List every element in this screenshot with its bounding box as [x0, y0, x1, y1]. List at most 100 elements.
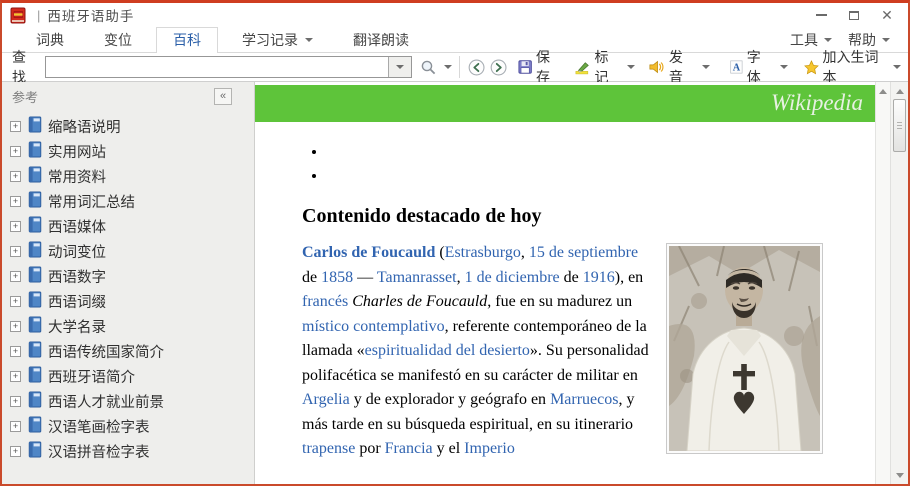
wiki-link[interactable]: 1858 — [321, 269, 353, 286]
expand-icon[interactable]: + — [10, 271, 21, 282]
window-scrollbar[interactable] — [890, 82, 908, 485]
wiki-link[interactable]: Estrasburgo — [445, 244, 521, 261]
sidebar-item-10[interactable]: +西语传统国家简介 — [2, 339, 254, 364]
tab-label: 词典 — [36, 30, 64, 50]
minimize-icon — [816, 14, 827, 16]
text-run: por — [355, 440, 384, 457]
sidebar-item-label: 常用词汇总结 — [48, 191, 135, 212]
tab-bar: 词典变位百科学习记录翻译朗读 工具帮助 — [2, 27, 908, 53]
tab-2[interactable]: 变位 — [88, 27, 148, 52]
wordbook-label: 加入生词本 — [823, 47, 884, 87]
expand-icon[interactable]: + — [10, 146, 21, 157]
scrollbar-thumb[interactable] — [893, 99, 906, 152]
encyclopedia-content: Wikipedia Contenido destacado de hoy — [255, 82, 875, 485]
search-input[interactable] — [46, 57, 387, 77]
expand-icon[interactable]: + — [10, 246, 21, 257]
article-heading: Contenido destacado de hoy — [302, 205, 823, 228]
add-to-wordbook-button[interactable]: 加入生词本 — [801, 55, 904, 79]
expand-icon[interactable]: + — [10, 196, 21, 207]
page-scrollbar[interactable] — [875, 82, 890, 485]
reference-tree: +缩略语说明+实用网站+常用资料+常用词汇总结+西语媒体+动词变位+西语数字+西… — [2, 110, 254, 464]
wiki-link[interactable]: 15 de septiembre — [529, 244, 638, 261]
wiki-link[interactable]: francés — [302, 293, 348, 310]
find-label: 查找 — [12, 47, 37, 87]
tab-label: 翻译朗读 — [353, 30, 409, 50]
search-dropdown-button[interactable] — [388, 57, 411, 77]
sidebar-item-13[interactable]: +汉语笔画检字表 — [2, 414, 254, 439]
expand-icon[interactable]: + — [10, 346, 21, 357]
book-icon — [28, 341, 42, 363]
forward-button[interactable] — [490, 58, 507, 77]
expand-icon[interactable]: + — [10, 171, 21, 182]
sidebar-item-14[interactable]: +汉语拼音检字表 — [2, 439, 254, 464]
sidebar-item-label: 西语数字 — [48, 266, 106, 287]
sidebar-item-8[interactable]: +西语词缀 — [2, 289, 254, 314]
wiki-link[interactable]: Marruecos — [550, 391, 618, 408]
reference-sidebar: 参考 « +缩略语说明+实用网站+常用资料+常用词汇总结+西语媒体+动词变位+西… — [2, 82, 255, 485]
list-item — [327, 168, 823, 192]
wiki-link[interactable]: Imperio — [464, 440, 515, 457]
save-icon — [518, 59, 532, 75]
wiki-link[interactable]: Argelia — [302, 391, 350, 408]
expand-icon[interactable]: + — [10, 296, 21, 307]
sidebar-item-label: 实用网站 — [48, 141, 106, 162]
expand-icon[interactable]: + — [10, 396, 21, 407]
sidebar-item-4[interactable]: + 常用词汇总结 — [2, 189, 254, 214]
pronounce-caret-icon — [702, 65, 710, 69]
mark-button[interactable]: 标记 — [572, 55, 638, 79]
toolbar-separator — [459, 56, 460, 78]
expand-icon[interactable]: + — [10, 371, 21, 382]
wiki-link[interactable]: Francia — [385, 440, 433, 457]
save-button[interactable]: 保存 — [515, 55, 564, 79]
sidebar-collapse-button[interactable]: « — [214, 88, 232, 105]
maximize-icon — [849, 11, 859, 20]
expand-icon[interactable]: + — [10, 121, 21, 132]
text-run: de — [302, 269, 321, 286]
sidebar-item-2[interactable]: + 实用网站 — [2, 139, 254, 164]
sidebar-item-12[interactable]: +西语人才就业前景 — [2, 389, 254, 414]
tab-label: 百科 — [173, 30, 201, 50]
wiki-link[interactable]: trapense — [302, 440, 355, 457]
text-run: ( — [435, 244, 444, 261]
sidebar-item-label: 西班牙语简介 — [48, 366, 135, 387]
expand-icon[interactable]: + — [10, 221, 21, 232]
expand-icon[interactable]: + — [10, 321, 21, 332]
sidebar-item-9[interactable]: + 大学名录 — [2, 314, 254, 339]
tab-4[interactable]: 学习记录 — [226, 27, 329, 52]
close-button[interactable]: ✕ — [872, 5, 902, 25]
maximize-button[interactable] — [839, 5, 869, 25]
wiki-link[interactable]: místico contemplativo — [302, 318, 445, 335]
sidebar-item-3[interactable]: +常用资料 — [2, 164, 254, 189]
wiki-link[interactable]: 1916 — [583, 269, 615, 286]
wiki-link[interactable]: Tamanrasset — [377, 269, 457, 286]
carlos-de-foucauld-photo — [669, 246, 820, 451]
search-options-caret[interactable] — [444, 65, 452, 69]
sidebar-item-label: 大学名录 — [48, 316, 106, 337]
sidebar-item-1[interactable]: +缩略语说明 — [2, 114, 254, 139]
window-title: 西班牙语助手 — [47, 5, 134, 25]
title-separator: | — [37, 8, 40, 23]
tab-3[interactable]: 百科 — [156, 27, 218, 53]
tab-5[interactable]: 翻译朗读 — [337, 27, 425, 52]
sidebar-item-7[interactable]: + 西语数字 — [2, 264, 254, 289]
search-icon[interactable] — [420, 59, 437, 76]
back-button[interactable] — [468, 58, 485, 77]
tab-1[interactable]: 词典 — [20, 27, 80, 52]
expand-icon[interactable]: + — [10, 421, 21, 432]
sidebar-item-6[interactable]: +动词变位 — [2, 239, 254, 264]
tab-label: 学习记录 — [242, 30, 298, 50]
expand-icon[interactable]: + — [10, 446, 21, 457]
pronounce-button[interactable]: 发音 — [646, 55, 712, 79]
chevron-down-icon — [824, 38, 832, 42]
font-caret-icon — [780, 65, 788, 69]
wiki-link[interactable]: Carlos de Foucauld — [302, 244, 435, 261]
sidebar-item-11[interactable]: + 西班牙语简介 — [2, 364, 254, 389]
wiki-link[interactable]: 1 de diciembre — [465, 269, 560, 286]
scroll-down-icon — [896, 473, 904, 478]
mark-caret-icon — [627, 65, 635, 69]
text-run: — — [353, 269, 377, 286]
wiki-link[interactable]: espiritualidad del desierto — [365, 342, 530, 359]
sidebar-item-5[interactable]: +西语媒体 — [2, 214, 254, 239]
minimize-button[interactable] — [806, 5, 836, 25]
font-button[interactable]: A 字体 — [727, 55, 791, 79]
